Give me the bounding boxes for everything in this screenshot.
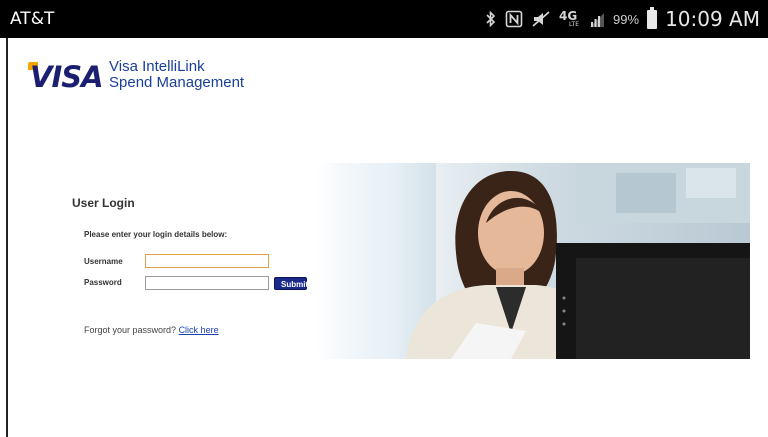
login-title: User Login <box>72 196 135 210</box>
4g-lte-icon: 4G LTE <box>559 9 580 28</box>
forgot-password-link[interactable]: Click here <box>179 325 219 335</box>
password-field[interactable] <box>145 276 269 290</box>
visa-logo: VISA <box>30 60 104 94</box>
carrier-label: AT&T <box>10 9 55 29</box>
visa-logo-text: VISA <box>30 60 104 94</box>
bluetooth-icon <box>485 10 497 28</box>
battery-percent: 99% <box>613 11 640 27</box>
forgot-password: Forgot your password? Click here <box>84 325 219 335</box>
brand-title: Visa IntelliLink Spend Management <box>109 59 244 91</box>
forgot-password-text: Forgot your password? <box>84 325 177 335</box>
signal-icon <box>589 10 605 28</box>
brand-line-2: Spend Management <box>109 74 245 91</box>
nfc-icon <box>505 10 523 28</box>
battery-icon <box>647 6 658 29</box>
status-icons: 4G LTE 99% 10:09 AM <box>485 6 760 32</box>
submit-button[interactable]: Submit <box>274 277 308 290</box>
mute-icon <box>531 10 551 28</box>
page-edge <box>6 38 8 437</box>
username-field[interactable] <box>145 254 269 268</box>
password-label: Password <box>84 278 122 287</box>
status-bar: AT&T 4G LTE 99% 10:09 AM <box>0 0 768 38</box>
clock: 10:09 AM <box>665 7 760 31</box>
username-label: Username <box>84 257 123 266</box>
brand-line-1: Visa IntelliLink <box>109 58 205 75</box>
login-instructions: Please enter your login details below: <box>84 230 228 239</box>
